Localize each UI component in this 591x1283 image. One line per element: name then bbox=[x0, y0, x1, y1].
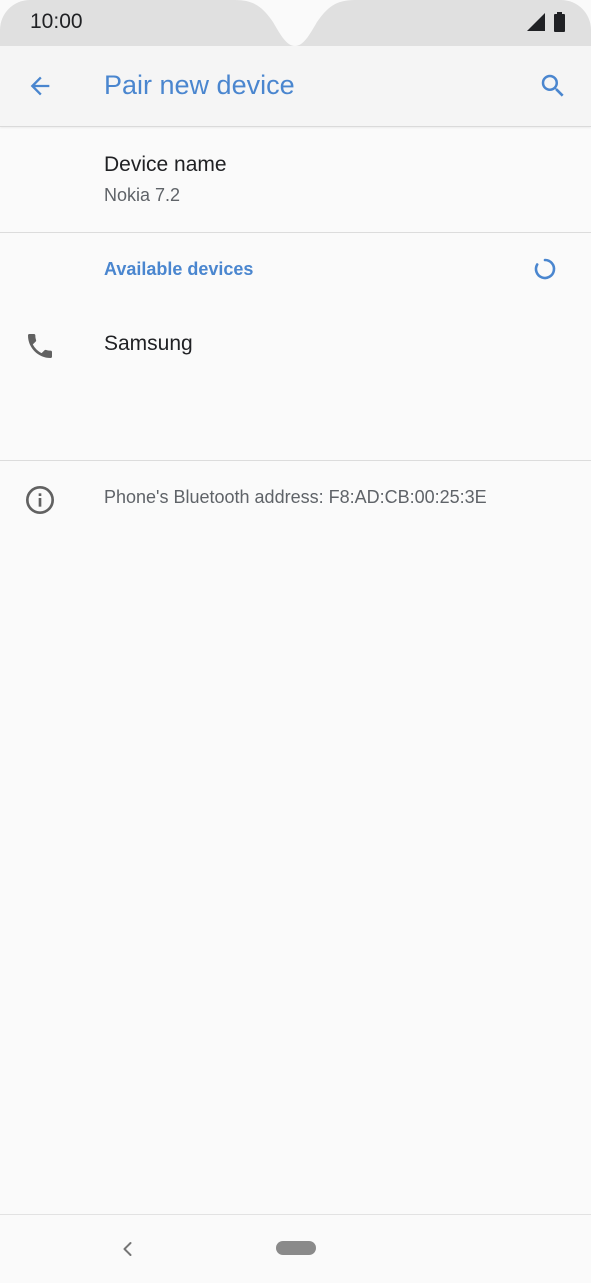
arrow-back-icon bbox=[30, 76, 50, 96]
search-icon bbox=[541, 74, 564, 97]
app-bar: Pair new device bbox=[0, 46, 591, 127]
info-icon bbox=[26, 486, 54, 514]
nav-back-button[interactable] bbox=[112, 1233, 144, 1265]
home-pill-icon[interactable] bbox=[276, 1241, 316, 1255]
bluetooth-address-info: Phone's Bluetooth address: F8:AD:CB:00:2… bbox=[0, 470, 591, 530]
list-item-device-samsung[interactable]: Samsung bbox=[0, 306, 591, 384]
phone-icon bbox=[28, 334, 52, 358]
battery-icon bbox=[554, 12, 565, 32]
status-icons bbox=[527, 12, 565, 32]
navigation-bar bbox=[0, 1214, 591, 1283]
signal-icon bbox=[527, 13, 545, 31]
device-name-value: Nokia 7.2 bbox=[104, 185, 181, 205]
divider bbox=[0, 232, 591, 233]
device-name-title: Device name bbox=[104, 153, 227, 176]
status-bar: 10:00 bbox=[0, 0, 591, 46]
loading-spinner-icon bbox=[534, 258, 556, 280]
divider bbox=[0, 460, 591, 461]
device-label: Samsung bbox=[104, 332, 193, 355]
available-devices-header: Available devices bbox=[104, 259, 254, 279]
search-button[interactable] bbox=[533, 66, 573, 106]
bluetooth-address-text: Phone's Bluetooth address: F8:AD:CB:00:2… bbox=[104, 487, 487, 507]
device-name-setting[interactable]: Device name Nokia 7.2 bbox=[0, 127, 591, 232]
nav-back-icon bbox=[123, 1242, 132, 1256]
back-button[interactable] bbox=[20, 66, 60, 106]
status-time: 10:00 bbox=[30, 10, 83, 33]
camera-notch bbox=[235, 0, 355, 46]
page-title: Pair new device bbox=[104, 70, 295, 100]
